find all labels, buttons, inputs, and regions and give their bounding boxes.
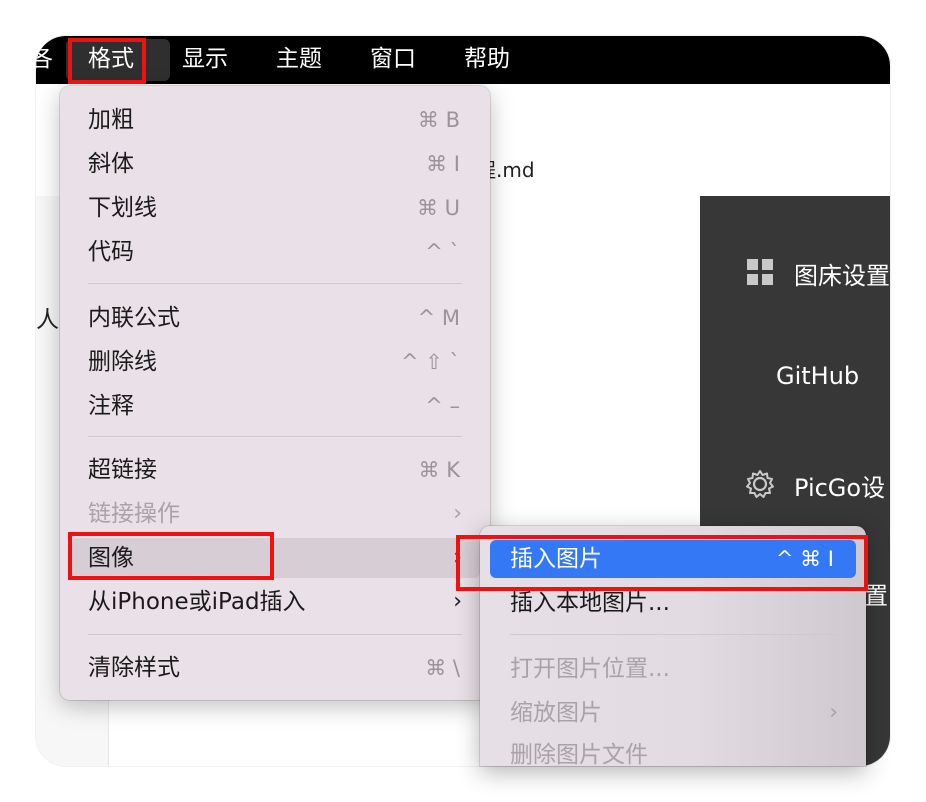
- menu-item-label: 内联公式: [88, 305, 180, 331]
- menu-item-shortcut: ^ ⇧ `: [400, 350, 460, 374]
- menu-bar-item-partial[interactable]: 各: [36, 36, 53, 84]
- menu-item-clear-format[interactable]: 清除样式 ⌘ \: [70, 648, 480, 688]
- menu-item-inline-math[interactable]: 内联公式 ^ M: [70, 298, 480, 338]
- chevron-right-icon: ›: [453, 501, 462, 526]
- submenu-item-zoom-image[interactable]: 缩放图片 ›: [490, 694, 856, 732]
- menu-item-comment[interactable]: 注释 ^ –: [70, 386, 480, 426]
- menu-item-label: 超链接: [88, 457, 157, 483]
- menu-item-shortcut: ⌘ \: [425, 656, 460, 680]
- menu-item-hyperlink[interactable]: 超链接 ⌘ K: [70, 450, 480, 490]
- grid-icon: [747, 259, 773, 285]
- menu-bar-item-window[interactable]: 窗口: [370, 36, 416, 84]
- menu-item-shortcut: ⌘ K: [418, 458, 460, 482]
- menu-item-insert-from-iphone-ipad[interactable]: 从iPhone或iPad插入 ›: [70, 582, 480, 622]
- menu-item-italic[interactable]: 斜体 ⌘ I: [70, 144, 480, 184]
- menu-item-label: 下划线: [88, 195, 157, 221]
- menu-bar-item-help[interactable]: 帮助: [464, 36, 510, 84]
- menu-item-shortcut: ^ –: [425, 394, 460, 418]
- menu-item-shortcut: ^ `: [425, 240, 460, 264]
- menu-item-shortcut: ⌘ U: [416, 196, 460, 220]
- menu-separator: [510, 634, 838, 635]
- menu-item-link-actions[interactable]: 链接操作 ›: [70, 494, 480, 534]
- menu-item-code[interactable]: 代码 ^ `: [70, 232, 480, 272]
- menu-item-underline[interactable]: 下划线 ⌘ U: [70, 188, 480, 228]
- menu-item-label: 加粗: [88, 107, 134, 133]
- menu-item-shortcut: ⌘ I: [426, 152, 460, 176]
- format-menu: 加粗 ⌘ B 斜体 ⌘ I 下划线 ⌘ U 代码 ^ ` 内联公式 ^ M 删除…: [60, 86, 490, 700]
- menu-item-label: 清除样式: [88, 655, 180, 681]
- menu-item-shortcut: ^ M: [417, 306, 460, 330]
- annotation-box-insert-image: [456, 535, 868, 591]
- chevron-right-icon: ›: [829, 700, 838, 725]
- menu-item-label: 从iPhone或iPad插入: [88, 589, 306, 615]
- annotation-box-format-menu: [68, 38, 146, 84]
- menu-item-strikethrough[interactable]: 删除线 ^ ⇧ `: [70, 342, 480, 382]
- annotation-box-image-item: [68, 532, 274, 580]
- menu-item-label: 斜体: [88, 151, 134, 177]
- menu-item-label: 链接操作: [88, 501, 180, 527]
- menu-item-label: 代码: [88, 239, 134, 265]
- sidepanel-item-picgo-settings[interactable]: PicGo设: [794, 468, 885, 503]
- menu-separator: [88, 634, 462, 635]
- sidepanel-item-image-host-settings[interactable]: 图床设置: [794, 256, 890, 291]
- menu-item-label: 缩放图片: [510, 700, 602, 726]
- menu-item-label: 注释: [88, 393, 134, 419]
- menu-bar-item-theme[interactable]: 主题: [276, 36, 322, 84]
- menu-item-bold[interactable]: 加粗 ⌘ B: [70, 100, 480, 140]
- gear-icon: [746, 470, 774, 498]
- menu-bar: 各 格式 显示 主题 窗口 帮助: [36, 36, 890, 84]
- submenu-item-delete-image-file[interactable]: 删除图片文件: [490, 736, 856, 766]
- menu-item-shortcut: ⌘ B: [417, 108, 460, 132]
- menu-separator: [88, 283, 462, 284]
- menu-item-label: 打开图片位置...: [510, 656, 670, 682]
- sidepanel-item-github[interactable]: GitHub: [776, 362, 859, 390]
- menu-item-label: 删除线: [88, 349, 157, 375]
- menu-bar-item-view[interactable]: 显示: [182, 36, 228, 84]
- menu-item-label: 删除图片文件: [510, 742, 648, 766]
- menu-separator: [88, 436, 462, 437]
- submenu-item-open-image-location[interactable]: 打开图片位置...: [490, 650, 856, 688]
